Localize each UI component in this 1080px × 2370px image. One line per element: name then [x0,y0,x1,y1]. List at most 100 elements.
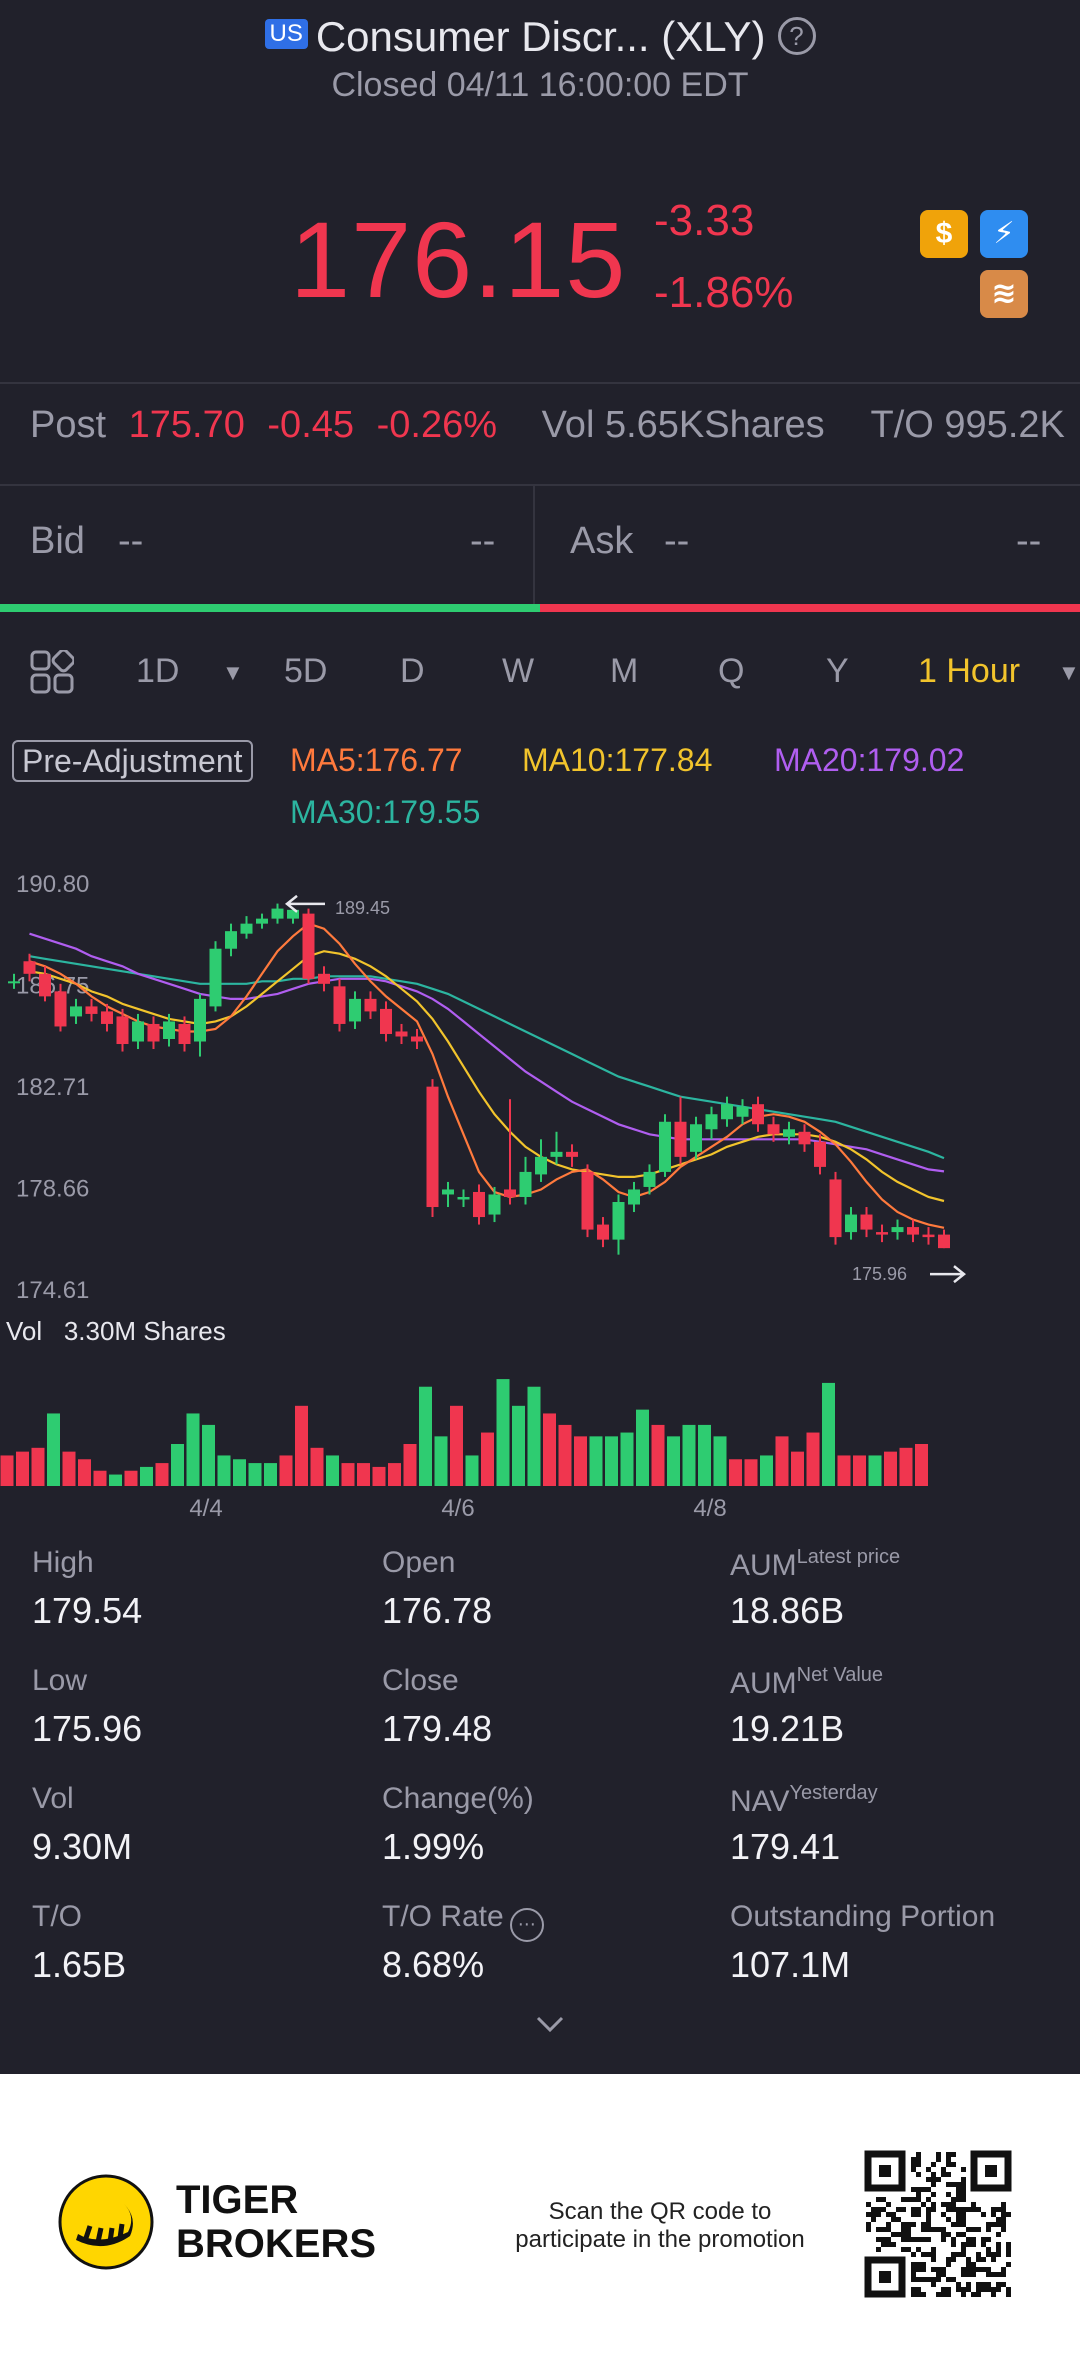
qr-module [961,2217,966,2222]
candle-body [8,981,20,984]
tab-1-hour[interactable]: 1 Hour [918,652,1020,691]
more-info-icon[interactable]: ⋯ [509,1908,544,1942]
candle-body [674,1121,687,1157]
divider [0,382,1080,384]
qr-module [971,2292,976,2297]
help-icon[interactable]: ? [777,17,816,55]
volume-bar [372,1466,386,1486]
qr-module [961,2287,966,2292]
qr-module [951,2152,956,2157]
qr-module [916,2237,921,2242]
turnover-rate-label: T/O Rate ⋯ [382,1900,544,1942]
qr-module [936,2157,941,2162]
volume-bar [217,1455,231,1486]
y-tick-label: 178.66 [16,1175,89,1202]
volume-bar [341,1463,355,1486]
qr-module [966,2282,971,2287]
tab-day[interactable]: D [400,652,425,691]
pre-adjustment-toggle[interactable]: Pre-Adjustment [12,740,253,782]
aum-net-value: 19.21B [730,1708,845,1749]
tab-5d[interactable]: 5D [284,652,327,691]
volume-bar [140,1466,153,1486]
qr-module [876,2227,881,2232]
volume-bar [915,1444,928,1486]
volume-bar [62,1451,76,1486]
qr-module [936,2277,941,2282]
price-chart[interactable]: 190.80186.75182.71178.66174.61 189.45175… [0,850,1080,1522]
qr-module [956,2197,961,2202]
candle-body [767,1124,780,1135]
ask-label: Ask [570,520,634,562]
tab-month[interactable]: M [610,652,638,691]
qr-module [926,2252,931,2257]
qr-module [996,2242,1001,2247]
candle-body [473,1191,485,1218]
volume-bar [682,1424,696,1486]
qr-module [916,2192,921,2197]
volume-bar [357,1463,370,1486]
ma5-line [29,922,945,1229]
qr-module [951,2257,956,2262]
qr-module [941,2202,946,2207]
bid-ratio-bar [0,604,540,612]
candle-body [426,1086,439,1208]
qr-module [911,2167,916,2172]
tab-year[interactable]: Y [826,652,849,691]
flash-trade-icon[interactable]: ⚡ [980,210,1028,258]
qr-module [981,2212,986,2217]
qr-module [936,2227,941,2232]
promo-footer: TIGER BROKERS Scan the QR code to partic… [0,2074,1080,2370]
qr-module [951,2222,956,2227]
qr-module [946,2232,951,2237]
qr-module [911,2262,916,2267]
grid-icon[interactable] [30,650,74,694]
ma10-line [29,950,945,1203]
qr-module [886,2222,891,2227]
qr-module [866,2212,871,2217]
candle-body [209,948,222,1007]
qr-module [981,2237,986,2242]
volume-bar [202,1424,215,1486]
candle-body [628,1189,640,1205]
qr-module [926,2197,931,2202]
qr-code[interactable] [864,2150,1012,2298]
layers-icon[interactable]: ≋ [980,270,1028,318]
qr-module [916,2212,921,2217]
qr-module [966,2272,971,2277]
qr-module [941,2212,946,2217]
dollar-icon[interactable]: $ [920,210,968,258]
volume-bar [419,1386,432,1486]
tab-quarter[interactable]: Q [718,652,744,691]
qr-module [906,2227,911,2232]
volume-bar [186,1413,200,1486]
tab-week[interactable]: W [502,652,534,691]
qr-module [881,2197,886,2202]
candle-body [54,991,67,1027]
high-marker-label: 189.45 [335,898,390,918]
chevron-down-icon[interactable] [535,2012,565,2036]
caret-down-icon[interactable]: ▼ [1058,660,1080,686]
qr-module [986,2287,991,2292]
qr-module [991,2292,996,2297]
last-price: 176.15 [290,199,627,320]
qr-module [921,2292,926,2297]
qr-module [991,2222,996,2227]
tab-1d[interactable]: 1D [136,652,179,691]
candle-body [163,1021,175,1040]
qr-module [901,2222,906,2227]
qr-module [936,2152,941,2157]
qr-module [906,2197,911,2202]
x-tick-label: 4/6 [441,1495,474,1522]
volume-bar [884,1451,897,1486]
candle-body [194,998,206,1042]
qr-module [946,2182,951,2187]
arrow-left-icon [284,894,325,913]
qr-module [996,2232,1001,2237]
candle-body [876,1232,888,1235]
candle-body [411,1036,423,1042]
volume-bar [124,1470,138,1486]
caret-down-icon[interactable]: ▼ [222,660,244,686]
qr-module [1006,2252,1011,2257]
qr-module [951,2162,956,2167]
outstanding-label: Outstanding Portion [730,1900,996,1933]
